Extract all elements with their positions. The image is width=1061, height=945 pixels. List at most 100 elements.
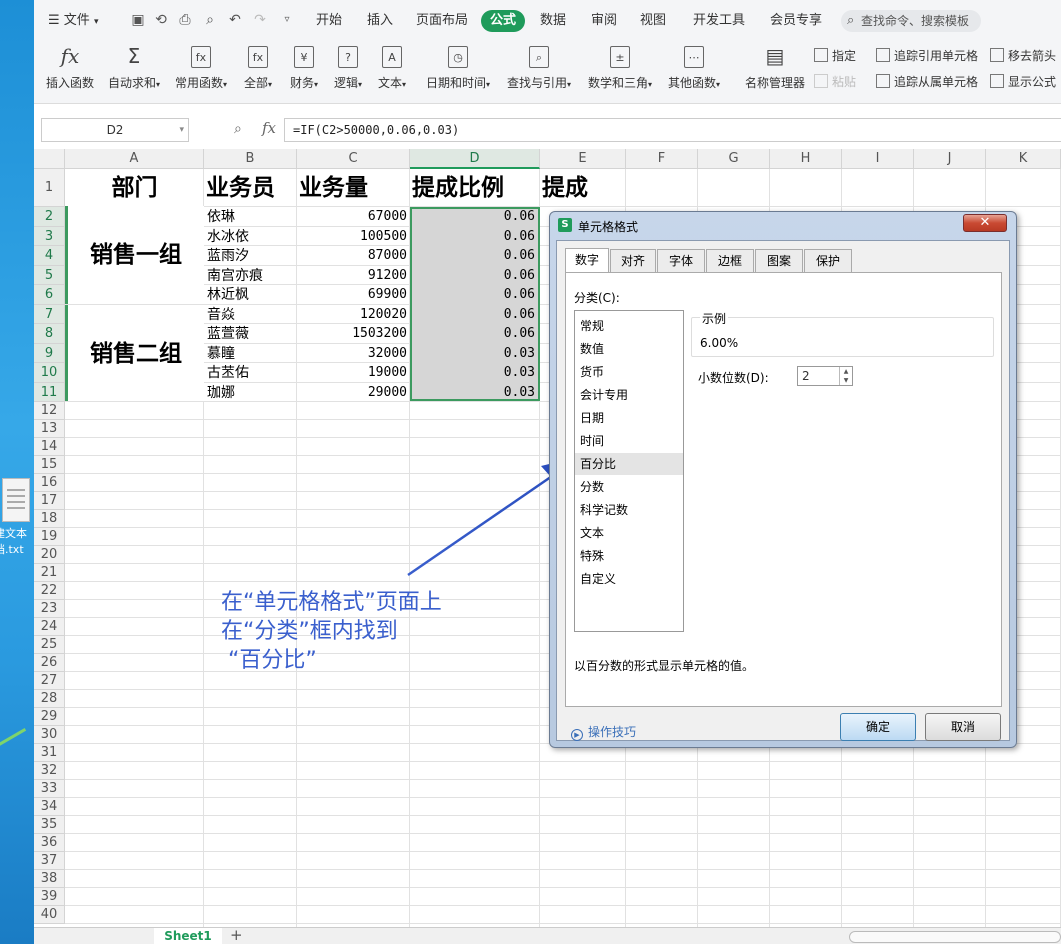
column-header-b[interactable]: B (204, 149, 297, 169)
decimal-places-stepper[interactable]: 2 ▲ ▼ (797, 366, 853, 386)
select-all-corner[interactable] (34, 149, 65, 169)
row-header-11[interactable]: 11 (34, 382, 65, 402)
print-icon[interactable]: ⎙ (177, 12, 193, 28)
category-item[interactable]: 数值 (575, 338, 683, 360)
row-header-40[interactable]: 40 (34, 906, 65, 924)
desktop-text-file[interactable]: 建文本档.txt (0, 478, 34, 558)
row-header-15[interactable]: 15 (34, 456, 65, 474)
command-search-box[interactable]: ⌕ 查找命令、搜索模板 (841, 10, 981, 32)
other-functions-button[interactable]: ⋯ 其他函数▾ (664, 44, 724, 96)
all-functions-button[interactable]: fx 全部▾ (240, 44, 276, 96)
category-item[interactable]: 分数 (575, 476, 683, 498)
row-header-7[interactable]: 7 (34, 304, 65, 324)
autosum-button[interactable]: Σ 自动求和▾ (104, 44, 164, 96)
cancel-button[interactable]: 取消 (925, 713, 1001, 741)
close-button[interactable]: ✕ (963, 214, 1007, 232)
name-box[interactable]: D2 ▾ (41, 118, 189, 142)
finance-functions-button[interactable]: ¥ 财务▾ (286, 44, 322, 96)
print-preview-icon[interactable]: ⌕ (202, 12, 218, 28)
row-header-36[interactable]: 36 (34, 834, 65, 852)
row-header-34[interactable]: 34 (34, 798, 65, 816)
row-header-33[interactable]: 33 (34, 780, 65, 798)
trace-dependents-button[interactable]: 追踪从属单元格 (876, 72, 978, 92)
category-item[interactable]: 百分比 (575, 453, 683, 475)
tab-alignment[interactable]: 对齐 (610, 249, 656, 272)
category-item[interactable]: 文本 (575, 522, 683, 544)
add-sheet-button[interactable]: + (230, 926, 243, 944)
row-header-31[interactable]: 31 (34, 744, 65, 762)
formula-input[interactable]: =IF(C2>50000,0.06,0.03) (284, 118, 1061, 142)
tips-link[interactable]: ▶ 操作技巧 (571, 723, 636, 741)
name-manager-button[interactable]: ▤ 名称管理器 (742, 44, 808, 96)
column-header-i[interactable]: I (842, 149, 914, 169)
sheet-tab-sheet1[interactable]: Sheet1 (154, 928, 222, 945)
row-header-16[interactable]: 16 (34, 474, 65, 492)
text-functions-button[interactable]: A 文本▾ (374, 44, 410, 96)
undo-icon[interactable]: ↶ (227, 12, 243, 28)
row-header-2[interactable]: 2 (34, 207, 65, 227)
row-header-9[interactable]: 9 (34, 343, 65, 363)
tab-member[interactable]: 会员专享 (770, 11, 822, 31)
horizontal-scrollbar[interactable] (849, 931, 1061, 943)
math-functions-button[interactable]: ± 数学和三角▾ (584, 44, 656, 96)
tab-page-layout[interactable]: 页面布局 (416, 11, 468, 31)
row-header-5[interactable]: 5 (34, 265, 65, 285)
tab-formula[interactable]: 公式 (481, 10, 525, 32)
row-header-38[interactable]: 38 (34, 870, 65, 888)
category-item[interactable]: 时间 (575, 430, 683, 452)
tab-data[interactable]: 数据 (540, 11, 566, 31)
category-item[interactable]: 会计专用 (575, 384, 683, 406)
common-functions-button[interactable]: fx 常用函数▾ (172, 44, 230, 96)
row-header-6[interactable]: 6 (34, 285, 65, 305)
row-header-32[interactable]: 32 (34, 762, 65, 780)
row-header-13[interactable]: 13 (34, 420, 65, 438)
category-item[interactable]: 常规 (575, 315, 683, 337)
assign-name-button[interactable]: 指定 (814, 46, 856, 66)
tab-protection[interactable]: 保护 (804, 249, 852, 272)
spin-arrows-icon[interactable]: ▲ ▼ (839, 367, 852, 385)
show-formulas-button[interactable]: 显示公式 (990, 72, 1056, 92)
row-header-20[interactable]: 20 (34, 546, 65, 564)
tab-view[interactable]: 视图 (640, 11, 666, 31)
row-header-24[interactable]: 24 (34, 618, 65, 636)
row-header-19[interactable]: 19 (34, 528, 65, 546)
row-header-25[interactable]: 25 (34, 636, 65, 654)
column-header-f[interactable]: F (626, 149, 698, 169)
row-header-12[interactable]: 12 (34, 402, 65, 420)
row-header-35[interactable]: 35 (34, 816, 65, 834)
category-item[interactable]: 自定义 (575, 568, 683, 590)
column-header-d[interactable]: D (410, 149, 540, 169)
lookup-functions-button[interactable]: ⌕ 查找与引用▾ (503, 44, 575, 96)
redo-icon[interactable]: ↷ (252, 12, 268, 28)
tab-developer[interactable]: 开发工具 (693, 11, 745, 31)
tab-pattern[interactable]: 图案 (755, 249, 803, 272)
tab-insert[interactable]: 插入 (367, 11, 393, 31)
row-header-14[interactable]: 14 (34, 438, 65, 456)
category-list[interactable]: 常规 数值 货币 会计专用 日期 时间 百分比 分数 科学记数 文本 特殊 自定义 (574, 310, 684, 632)
category-item[interactable]: 科学记数 (575, 499, 683, 521)
paste-name-button[interactable]: 粘贴 (814, 72, 856, 92)
tab-border[interactable]: 边框 (706, 249, 754, 272)
row-header-17[interactable]: 17 (34, 492, 65, 510)
fx-icon[interactable]: fx (262, 119, 276, 137)
tab-number[interactable]: 数字 (565, 248, 609, 272)
row-header-18[interactable]: 18 (34, 510, 65, 528)
category-item[interactable]: 货币 (575, 361, 683, 383)
zoom-search-icon[interactable]: ⌕ (234, 121, 242, 137)
row-header-8[interactable]: 8 (34, 324, 65, 344)
row-header-28[interactable]: 28 (34, 690, 65, 708)
category-item[interactable]: 特殊 (575, 545, 683, 567)
column-header-k[interactable]: K (986, 149, 1061, 169)
column-header-j[interactable]: J (914, 149, 986, 169)
column-header-a[interactable]: A (65, 149, 204, 169)
trace-precedents-button[interactable]: 追踪引用单元格 (876, 46, 978, 66)
customize-dropdown-icon[interactable]: ▿ (279, 12, 295, 28)
row-header-27[interactable]: 27 (34, 672, 65, 690)
tab-start[interactable]: 开始 (316, 11, 342, 31)
row-header-37[interactable]: 37 (34, 852, 65, 870)
insert-function-button[interactable]: fx 插入函数 (44, 44, 96, 96)
remove-arrows-button[interactable]: 移去箭头 (990, 46, 1056, 66)
file-menu[interactable]: ☰ 文件 ▾ (48, 11, 98, 31)
column-header-h[interactable]: H (770, 149, 842, 169)
row-header-4[interactable]: 4 (34, 246, 65, 266)
